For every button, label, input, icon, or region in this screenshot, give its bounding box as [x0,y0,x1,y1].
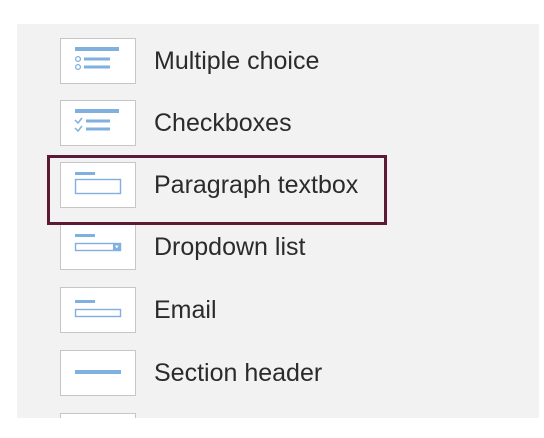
paragraph-textbox-icon [60,162,136,208]
field-type-multiple-choice[interactable]: Multiple choice [17,38,539,86]
field-type-label: Section header [154,359,323,387]
field-type-next-partial[interactable] [60,413,136,418]
field-type-label: Dropdown list [154,233,306,261]
dropdown-list-icon [60,224,136,270]
field-type-paragraph-textbox[interactable]: Paragraph textbox [17,162,539,210]
field-type-email[interactable]: Email [17,287,539,335]
field-type-section-header[interactable]: Section header [17,350,539,398]
field-type-label: Multiple choice [154,47,320,75]
checkboxes-icon [60,100,136,146]
multiple-choice-icon [60,38,136,84]
field-type-checkboxes[interactable]: Checkboxes [17,100,539,148]
field-type-label: Email [154,296,217,324]
email-icon [60,287,136,333]
field-type-label: Paragraph textbox [154,171,359,199]
field-type-dropdown-list[interactable]: Dropdown list [17,224,539,272]
field-type-label: Checkboxes [154,109,292,137]
section-header-icon [60,350,136,396]
field-type-list: Multiple choice Checkboxes Paragraph tex… [17,24,539,418]
